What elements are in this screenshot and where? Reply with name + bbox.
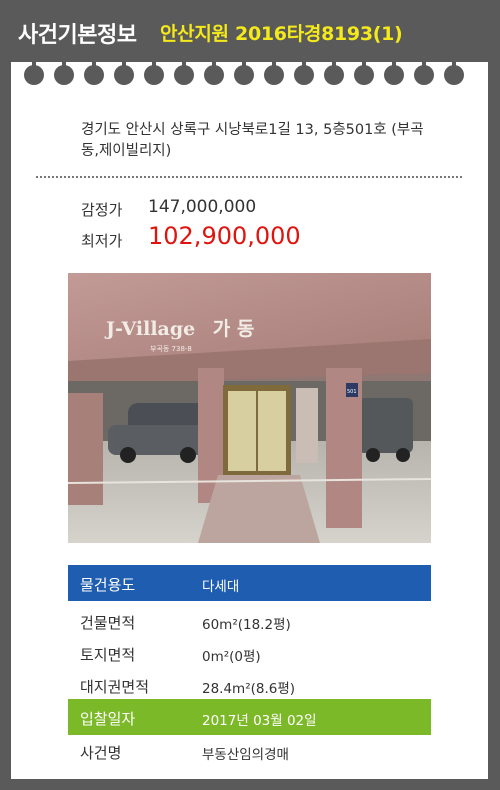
binding-hole bbox=[174, 51, 194, 85]
detail-row-usage: 물건용도 다세대 bbox=[68, 565, 431, 601]
detail-label: 사건명 bbox=[80, 744, 122, 762]
detail-row-building-area: 건물면적 60m²(18.2평) bbox=[68, 603, 431, 639]
detail-row-land-right-area: 대지권면적 28.4m²(8.6평) bbox=[68, 667, 431, 703]
detail-label: 토지면적 bbox=[80, 646, 136, 664]
building-sign-subtext: 부곡동 738-8 bbox=[150, 345, 192, 353]
binding-hole bbox=[264, 51, 284, 85]
detail-value: 2017년 03월 02일 bbox=[202, 713, 317, 729]
detail-row-bid-date: 입찰일자 2017년 03월 02일 bbox=[68, 699, 431, 735]
detail-label: 대지권면적 bbox=[80, 678, 150, 696]
binding-hole bbox=[444, 51, 464, 85]
binding-hole bbox=[384, 51, 404, 85]
appraisal-value: 147,000,000 bbox=[148, 197, 257, 217]
dotted-divider bbox=[36, 176, 462, 178]
detail-row-case-name: 사건명 부동산임의경매 bbox=[68, 733, 431, 769]
property-address: 경기도 안산시 상록구 시낭북로1길 13, 5층501호 (부곡동,제이빌리지… bbox=[81, 122, 424, 159]
minimum-price-value: 102,900,000 bbox=[148, 222, 301, 250]
binding-hole bbox=[84, 51, 104, 85]
detail-value: 0m²(0평) bbox=[202, 649, 261, 665]
binding-hole bbox=[354, 51, 374, 85]
binding-hole bbox=[54, 51, 74, 85]
door-number-plate: 501 bbox=[347, 389, 357, 395]
detail-value: 다세대 bbox=[202, 579, 240, 595]
detail-row-land-area: 토지면적 0m²(0평) bbox=[68, 635, 431, 671]
detail-label: 물건용도 bbox=[80, 576, 136, 594]
binding-hole bbox=[414, 51, 434, 85]
binding-hole bbox=[114, 51, 134, 85]
case-number: 안산지원 2016타경8193(1) bbox=[160, 23, 403, 45]
detail-value: 28.4m²(8.6평) bbox=[202, 681, 296, 697]
appraisal-label: 감정가 bbox=[81, 201, 123, 219]
building-sign-text: J-Villageㅤ가 동 bbox=[104, 318, 254, 340]
binding-hole bbox=[204, 51, 224, 85]
page-title: 사건기본정보 bbox=[18, 23, 137, 48]
property-photo: J-Villageㅤ가 동 부곡동 738-8 501 bbox=[68, 273, 431, 543]
binding-hole bbox=[24, 51, 44, 85]
binding-hole bbox=[144, 51, 164, 85]
detail-value: 부동산임의경매 bbox=[202, 747, 289, 763]
notebook-binding bbox=[24, 51, 476, 87]
detail-label: 건물면적 bbox=[80, 614, 136, 632]
building-entrance-image: J-Villageㅤ가 동 부곡동 738-8 501 bbox=[68, 273, 431, 543]
binding-hole bbox=[234, 51, 254, 85]
minimum-price-label: 최저가 bbox=[81, 232, 123, 250]
binding-hole bbox=[324, 51, 344, 85]
binding-hole bbox=[294, 51, 314, 85]
detail-value: 60m²(18.2평) bbox=[202, 617, 291, 633]
detail-label: 입찰일자 bbox=[80, 710, 136, 728]
